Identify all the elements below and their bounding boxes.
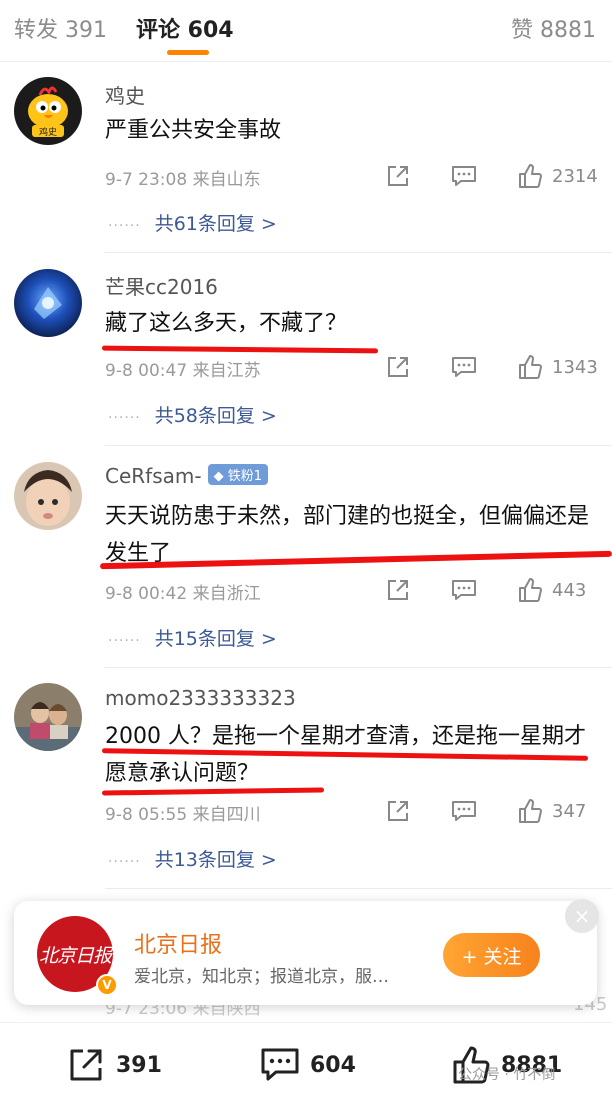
like-count: 1343 [552, 356, 598, 378]
like-count: 443 [552, 579, 587, 601]
like-icon[interactable] [516, 162, 544, 190]
close-icon[interactable]: × [565, 899, 599, 933]
comment-count: 604 [310, 1052, 356, 1078]
comment-actions: 443 [346, 576, 598, 604]
avatar[interactable] [14, 683, 82, 751]
follow-card[interactable]: 北京日报 V 北京日报 爱北京，知北京；报道北京，服… + 关注 × [14, 899, 599, 1005]
replies-link[interactable]: ······ 共58条回复 > [108, 401, 277, 428]
forward-icon [66, 1045, 106, 1085]
username[interactable]: 芒果cc2016 [105, 271, 218, 300]
tab-bar: 转发 391 评论 604 赞 8881 [0, 0, 612, 62]
share-icon[interactable] [384, 162, 412, 190]
like-icon[interactable] [516, 797, 544, 825]
fan-badge: ◆ 铁粉1 [207, 464, 269, 485]
replies-link[interactable]: ······ 共61条回复 > [108, 209, 277, 236]
fan-badge-label: 铁粉1 [227, 469, 263, 484]
avatar[interactable] [14, 462, 82, 530]
comment-meta: 9-7 23:08 来自山东 [105, 170, 261, 190]
avatar[interactable]: 鸡史 [14, 77, 82, 145]
watermark: 公众号 · 竹不倒 [458, 1067, 556, 1083]
forward-count: 391 [116, 1052, 162, 1078]
username[interactable]: CeRfsam- ◆ 铁粉1 [105, 464, 269, 488]
tab-forward[interactable]: 转发 391 [14, 12, 107, 44]
tab-comments[interactable]: 评论 604 [136, 12, 234, 44]
replies-label: 共15条回复 > [154, 628, 277, 650]
comment-meta: 9-8 00:47 来自江苏 [105, 361, 261, 381]
share-icon[interactable] [384, 576, 412, 604]
username[interactable]: momo2333333323 [105, 686, 296, 710]
comment-actions: 347 [346, 797, 598, 825]
replies-label: 共61条回复 > [154, 213, 277, 235]
comment-icon[interactable] [450, 797, 478, 825]
comment-button[interactable]: 604 [260, 1045, 356, 1085]
account-description: 爱北京，知北京；报道北京，服… [134, 967, 389, 987]
comment-item: 鸡史 鸡史 严重公共安全事故 9-7 23:08 来自山东 2314 ·····… [0, 62, 612, 253]
verified-icon: V [96, 974, 118, 996]
comment-item: momo2333333323 2000 人？是拖一个星期才查清，还是拖一星期才愿… [0, 668, 612, 889]
diamond-icon: ◆ [213, 469, 224, 484]
tab-likes[interactable]: 赞 8881 [511, 12, 596, 44]
dots-icon: ······ [108, 218, 141, 234]
active-tab-indicator [167, 50, 209, 55]
comment-text: 藏了这么多天，不藏了？ [105, 311, 348, 336]
replies-label: 共58条回复 > [154, 405, 277, 427]
comment-icon[interactable] [450, 162, 478, 190]
comment-icon[interactable] [450, 576, 478, 604]
replies-link[interactable]: ······ 共13条回复 > [108, 845, 277, 872]
comment-meta: 9-8 00:42 来自浙江 [105, 584, 261, 604]
avatar[interactable] [14, 269, 82, 337]
comment-actions: 2314 [346, 162, 598, 190]
like-icon[interactable] [516, 576, 544, 604]
logo-text: 北京日报 [38, 944, 112, 967]
comment-meta: 9-8 05:55 来自四川 [105, 805, 261, 825]
comment-actions: 1343 [346, 353, 598, 381]
like-count: 347 [552, 800, 587, 822]
dots-icon: ······ [108, 854, 141, 870]
comment-icon [260, 1045, 300, 1085]
account-name[interactable]: 北京日报 [134, 927, 222, 959]
username-text: CeRfsam- [105, 464, 202, 488]
like-count: 2314 [552, 165, 598, 187]
share-icon[interactable] [384, 797, 412, 825]
forward-button[interactable]: 391 [66, 1045, 162, 1085]
comment-text: 严重公共安全事故 [105, 118, 282, 143]
replies-link[interactable]: ······ 共15条回复 > [108, 624, 277, 651]
dots-icon: ······ [108, 633, 141, 649]
dots-icon: ······ [108, 410, 141, 426]
follow-button[interactable]: + 关注 [443, 933, 540, 977]
like-icon[interactable] [516, 353, 544, 381]
bottom-action-bar: 391 604 8881 [0, 1022, 612, 1102]
replies-label: 共13条回复 > [154, 849, 277, 871]
username[interactable]: 鸡史 [105, 80, 145, 109]
comment-icon[interactable] [450, 353, 478, 381]
share-icon[interactable] [384, 353, 412, 381]
avatar-label: 鸡史 [39, 126, 57, 138]
